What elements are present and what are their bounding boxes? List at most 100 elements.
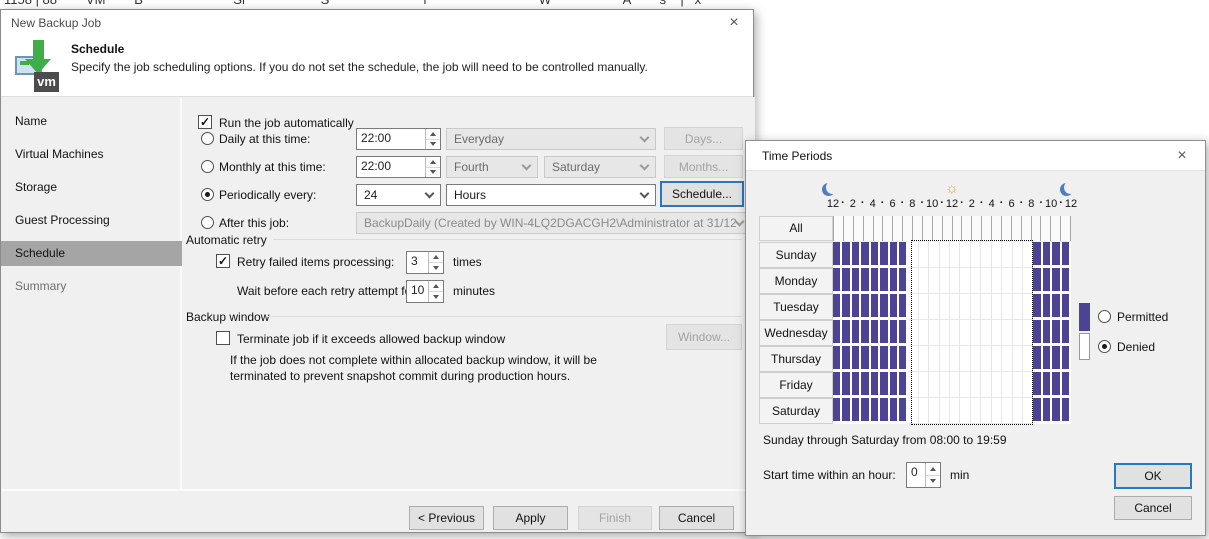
grid-cell-friday-1[interactable] [842,372,851,398]
cancel-button[interactable]: Cancel [659,506,734,530]
monthly-time-spinner[interactable]: 22:00 [356,156,441,178]
grid-cell-all-22[interactable] [1050,216,1060,241]
grid-cell-friday-15[interactable] [981,372,991,398]
grid-cell-monday-18[interactable] [1013,268,1023,294]
grid-cell-thursday-0[interactable] [833,346,842,372]
grid-cell-monday-3[interactable] [861,268,870,294]
grid-cell-thursday-9[interactable] [919,346,929,372]
monthly-time-spin-buttons[interactable] [425,157,440,177]
grid-cell-all-23[interactable] [1060,216,1070,241]
grid-cell-thursday-1[interactable] [842,346,851,372]
grid-cell-friday-11[interactable] [940,372,950,398]
grid-cell-thursday-11[interactable] [940,346,950,372]
grid-cell-thursday-17[interactable] [1002,346,1012,372]
grid-cell-monday-12[interactable] [950,268,960,294]
daily-time-spin-buttons[interactable] [425,129,440,149]
grid-cell-friday-0[interactable] [833,372,842,398]
grid-cell-saturday-16[interactable] [992,398,1002,424]
grid-cell-sunday-20[interactable] [1033,242,1042,268]
grid-cell-all-10[interactable] [932,216,942,241]
grid-cell-all-7[interactable] [902,216,912,241]
grid-cell-sunday-21[interactable] [1043,242,1052,268]
wait-minutes-spinner[interactable]: 10 [406,280,444,303]
grid-cell-sunday-16[interactable] [992,242,1002,268]
sidebar-item-guest-processing[interactable]: Guest Processing [1,208,182,233]
grid-cell-sunday-10[interactable] [929,242,939,268]
grid-cell-wednesday-7[interactable] [899,320,908,346]
sidebar-item-storage[interactable]: Storage [1,175,182,200]
grid-cell-all-19[interactable] [1021,216,1031,241]
grid-cell-friday-12[interactable] [950,372,960,398]
apply-button[interactable]: Apply [493,506,568,530]
grid-cell-all-21[interactable] [1040,216,1050,241]
periodically-unit-combo[interactable]: Hours [446,184,656,206]
grid-cell-friday-4[interactable] [871,372,880,398]
sidebar-item-virtual-machines[interactable]: Virtual Machines [1,142,182,167]
grid-cell-wednesday-23[interactable] [1062,320,1071,346]
grid-cell-tuesday-15[interactable] [981,294,991,320]
grid-cell-friday-2[interactable] [852,372,861,398]
grid-cell-wednesday-6[interactable] [890,320,899,346]
grid-cell-tuesday-6[interactable] [890,294,899,320]
grid-cell-thursday-22[interactable] [1052,346,1061,372]
grid-cell-all-12[interactable] [952,216,962,241]
grid-cell-saturday-5[interactable] [880,398,889,424]
grid-cell-sunday-1[interactable] [842,242,851,268]
row-label-friday[interactable]: Friday [759,372,833,398]
grid-cell-friday-16[interactable] [992,372,1002,398]
after-job-radio[interactable] [201,216,214,229]
grid-cell-wednesday-8[interactable] [908,320,918,346]
grid-cell-saturday-15[interactable] [981,398,991,424]
grid-cell-saturday-10[interactable] [929,398,939,424]
grid-cell-tuesday-16[interactable] [992,294,1002,320]
grid-cell-friday-5[interactable] [880,372,889,398]
grid-cell-friday-3[interactable] [861,372,870,398]
grid-cell-saturday-4[interactable] [871,398,880,424]
grid-cell-friday-18[interactable] [1013,372,1023,398]
grid-cell-all-16[interactable] [991,216,1001,241]
retry-checkbox[interactable]: ✓ [216,254,230,268]
grid-cell-thursday-5[interactable] [880,346,889,372]
grid-cell-saturday-19[interactable] [1023,398,1033,424]
grid-cell-monday-9[interactable] [919,268,929,294]
retry-count-spinner[interactable]: 3 [406,251,444,274]
finish-button[interactable]: Finish [578,506,652,530]
grid-cell-tuesday-4[interactable] [871,294,880,320]
grid-cell-all-0[interactable] [833,216,843,241]
grid-cell-tuesday-3[interactable] [861,294,870,320]
grid-cell-monday-15[interactable] [981,268,991,294]
grid-cell-all-18[interactable] [1011,216,1021,241]
grid-cell-saturday-1[interactable] [842,398,851,424]
grid-cell-wednesday-9[interactable] [919,320,929,346]
grid-cell-tuesday-21[interactable] [1043,294,1052,320]
grid-cell-friday-20[interactable] [1033,372,1042,398]
grid-cell-saturday-17[interactable] [1002,398,1012,424]
grid-cell-sunday-4[interactable] [871,242,880,268]
sidebar-item-name[interactable]: Name [1,109,182,134]
grid-cell-monday-23[interactable] [1062,268,1071,294]
grid-cell-tuesday-0[interactable] [833,294,842,320]
grid-cell-tuesday-13[interactable] [960,294,970,320]
grid-cell-thursday-21[interactable] [1043,346,1052,372]
row-label-sunday[interactable]: Sunday [759,242,833,268]
close-icon[interactable]: × [723,13,745,33]
grid-cell-monday-7[interactable] [899,268,908,294]
grid-cell-all-5[interactable] [882,216,892,241]
grid-cell-monday-1[interactable] [842,268,851,294]
grid-cell-thursday-3[interactable] [861,346,870,372]
grid-cell-tuesday-7[interactable] [899,294,908,320]
grid-cell-thursday-19[interactable] [1023,346,1033,372]
grid-cell-monday-6[interactable] [890,268,899,294]
grid-cell-thursday-8[interactable] [908,346,918,372]
time-periods-cancel-button[interactable]: Cancel [1114,496,1192,520]
grid-cell-wednesday-11[interactable] [940,320,950,346]
grid-cell-tuesday-10[interactable] [929,294,939,320]
previous-button[interactable]: < Previous [409,506,484,530]
after-job-combo[interactable]: BackupDaily (Created by WIN-4LQ2DGACGH2\… [356,212,751,234]
grid-cell-friday-13[interactable] [960,372,970,398]
grid-cell-tuesday-1[interactable] [842,294,851,320]
grid-cell-tuesday-18[interactable] [1013,294,1023,320]
daily-time-spinner[interactable]: 22:00 [356,128,441,150]
grid-cell-tuesday-17[interactable] [1002,294,1012,320]
grid-cell-tuesday-12[interactable] [950,294,960,320]
